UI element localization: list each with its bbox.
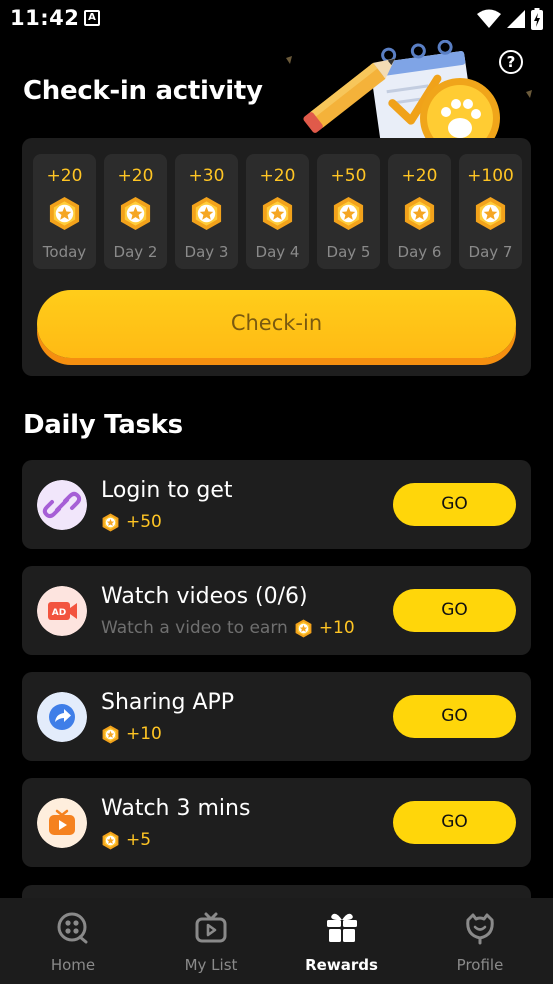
- day-label: Day 5: [326, 243, 371, 261]
- nav-home[interactable]: Home: [0, 898, 146, 984]
- status-indicators: [477, 8, 543, 30]
- coin-icon: [120, 196, 151, 231]
- nav-label: Profile: [456, 956, 504, 974]
- task-points: +5: [126, 830, 152, 850]
- coin-icon: [102, 831, 119, 849]
- task-sharing-app: Sharing APP +10 GO: [22, 672, 531, 761]
- nav-label: Rewards: [305, 956, 378, 974]
- day-points: +50: [330, 166, 367, 186]
- day-label: Day 4: [255, 243, 300, 261]
- day-label: Day 3: [184, 243, 229, 261]
- watch-3-mins-go-button[interactable]: GO: [393, 801, 516, 844]
- task-title: Sharing APP: [101, 690, 235, 715]
- day-points: +100: [467, 166, 514, 186]
- day-points: +20: [401, 166, 438, 186]
- wifi-icon: [477, 9, 501, 28]
- task-reward: +10: [101, 724, 162, 744]
- coin-icon: [475, 196, 506, 231]
- play-tv-icon: [37, 798, 87, 848]
- coin-icon: [262, 196, 293, 231]
- task-points: +10: [126, 724, 162, 744]
- coin-icon: [333, 196, 364, 231]
- status-time: 11:42: [10, 6, 80, 30]
- coin-icon: [191, 196, 222, 231]
- day-tile-5: +50 Day 5: [317, 154, 380, 269]
- coin-icon: [295, 619, 312, 637]
- day-tile-today: +20 Today: [33, 154, 96, 269]
- task-reward: +50: [101, 512, 162, 532]
- nav-label: Home: [50, 956, 96, 974]
- coin-icon: [49, 196, 80, 231]
- task-points: +10: [318, 618, 355, 638]
- ad-video-icon: AD: [37, 586, 87, 636]
- day-tile-4: +20 Day 4: [246, 154, 309, 269]
- day-label: Day 2: [113, 243, 158, 261]
- status-bar: 11:42 A: [0, 0, 553, 38]
- signal-icon: [507, 10, 525, 28]
- task-reward: Watch a video to earn +10: [101, 618, 355, 638]
- page-title: Check-in activity: [23, 76, 263, 106]
- checkin-days: +20 Today +20 Day 2 +30 Day 3 +20 Day 4 …: [33, 154, 522, 269]
- checkin-button-label: Check-in: [230, 311, 323, 335]
- checkin-card: +20 Today +20 Day 2 +30 Day 3 +20 Day 4 …: [22, 138, 531, 376]
- nav-my-list[interactable]: My List: [146, 898, 276, 984]
- task-reward: +5: [101, 830, 151, 850]
- day-points: +20: [259, 166, 296, 186]
- day-tile-3: +30 Day 3: [175, 154, 238, 269]
- bottom-nav: Home My List Rewards Profile: [0, 898, 553, 984]
- svg-text:AD: AD: [52, 608, 66, 618]
- checkin-button[interactable]: Check-in: [37, 290, 516, 358]
- battery-icon: [531, 8, 543, 30]
- day-points: +20: [117, 166, 154, 186]
- checkin-illustration-icon: [286, 40, 532, 140]
- profile-icon: [466, 913, 494, 945]
- day-label: Day 7: [468, 243, 513, 261]
- link-icon: [37, 480, 87, 530]
- task-watch-videos: AD Watch videos (0/6) Watch a video to e…: [22, 566, 531, 655]
- daily-tasks-title: Daily Tasks: [23, 410, 183, 440]
- nav-profile[interactable]: Profile: [407, 898, 553, 984]
- task-points: +50: [126, 512, 162, 532]
- login-go-button[interactable]: GO: [393, 483, 516, 526]
- tv-icon: [195, 912, 227, 943]
- coin-icon: [404, 196, 435, 231]
- day-points: +20: [46, 166, 83, 186]
- gift-icon: [326, 913, 357, 942]
- day-tile-2: +20 Day 2: [104, 154, 167, 269]
- day-label: Day 6: [397, 243, 442, 261]
- task-title: Login to get: [101, 478, 233, 503]
- task-watch-3-mins: Watch 3 mins +5 GO: [22, 778, 531, 867]
- day-points: +30: [188, 166, 225, 186]
- task-subtitle: Watch a video to earn: [101, 618, 288, 638]
- coin-icon: [102, 513, 119, 531]
- sharing-app-go-button[interactable]: GO: [393, 695, 516, 738]
- task-title: Watch 3 mins: [101, 796, 251, 821]
- share-icon: [37, 692, 87, 742]
- day-tile-7: +100 Day 7: [459, 154, 522, 269]
- watch-videos-go-button[interactable]: GO: [393, 589, 516, 632]
- home-icon: [57, 912, 88, 944]
- nav-label: My List: [184, 956, 238, 974]
- day-label: Today: [42, 243, 87, 261]
- task-login: Login to get +50 GO: [22, 460, 531, 549]
- day-tile-6: +20 Day 6: [388, 154, 451, 269]
- notification-icon: A: [84, 10, 100, 26]
- coin-icon: [102, 725, 119, 743]
- task-title: Watch videos (0/6): [101, 584, 308, 609]
- nav-rewards[interactable]: Rewards: [276, 898, 407, 984]
